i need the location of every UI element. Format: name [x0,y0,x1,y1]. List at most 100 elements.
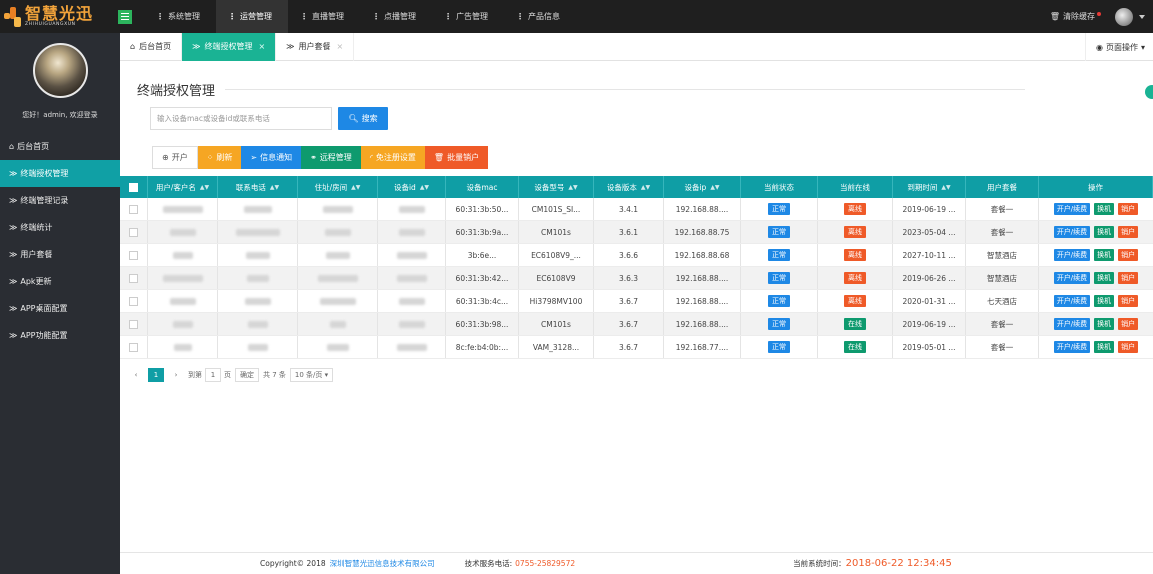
row-checkbox[interactable] [120,313,148,335]
swap-device-button[interactable]: 换机 [1094,226,1115,238]
sidebar-item[interactable]: ≫ 终端管理记录 [0,187,120,214]
select-all-checkbox[interactable] [120,176,148,198]
cancel-account-button[interactable]: 销户 [1118,295,1139,307]
swap-device-button[interactable]: 换机 [1094,249,1115,261]
column-header[interactable]: 设备ip ▲▼ [664,176,741,198]
online-cell: 离线 [818,198,893,220]
brand-logo[interactable]: 智慧光迅 ZHIHUIGUANGXUN [0,0,108,33]
sidebar-item[interactable]: ≫ 用户套餐 [0,241,120,268]
online-cell: 在线 [818,313,893,335]
renew-button[interactable]: 开户/续费 [1053,272,1091,284]
sidebar-item[interactable]: ≫ 终端统计 [0,214,120,241]
column-header[interactable]: 到期时间 ▲▼ [893,176,966,198]
page-ops-button[interactable]: ◉ 页面操作 ▾ [1085,33,1145,61]
sort-icon[interactable]: ▲▼ [568,184,577,191]
top-nav-item[interactable]: ⋮ 产品信息 [504,0,576,33]
menu-toggle-icon[interactable] [118,9,132,24]
column-header: 操作 [1039,176,1153,198]
cancel-account-button[interactable]: 销户 [1118,203,1139,215]
online-cell: 离线 [818,290,893,312]
swap-device-button[interactable]: 换机 [1094,272,1115,284]
trash-icon: 🗑 [433,153,445,162]
top-nav-item[interactable]: ⋮ 直播管理 [288,0,360,33]
page-current[interactable]: 1 [148,368,164,382]
tab-terminal-auth[interactable]: ≫ 终端授权管理 × [182,32,277,61]
tab-home[interactable]: ⌂ 后台首页 [120,32,183,61]
sort-icon[interactable]: ▲▼ [270,184,279,191]
sidebar-item[interactable]: ≫ APP功能配置 [0,322,120,349]
renew-button[interactable]: 开户/续费 [1053,318,1091,330]
row-checkbox[interactable] [120,336,148,358]
top-nav-item[interactable]: ⋮ 系统管理 [144,0,216,33]
user-avatar[interactable] [1115,7,1133,26]
top-nav-item[interactable]: ⋮ 运营管理 [216,0,288,33]
sort-icon[interactable]: ▲▼ [641,184,650,191]
notify-button[interactable]: ➢ 信息通知 [241,146,302,169]
sort-icon[interactable]: ▲▼ [420,184,429,191]
per-page-select[interactable]: 10 条/页 ▾ [289,368,334,382]
renew-button[interactable]: 开户/续费 [1053,203,1091,215]
search-button[interactable]: 🔍︎ 搜索 [338,107,388,130]
sort-icon[interactable]: ▲▼ [200,184,209,191]
page-input[interactable]: 1 [205,368,221,382]
sidebar-item[interactable]: ≫ Apk更新 [0,268,120,295]
side-edge-icon[interactable] [1145,85,1153,99]
sort-icon[interactable]: ▲▼ [941,184,950,191]
ip-cell: 192.168.88.75 [664,221,741,243]
top-nav-item[interactable]: ⋮ 点播管理 [360,0,432,33]
mac-cell: 60:31:3b:9a... [446,221,519,243]
swap-device-button[interactable]: 换机 [1094,318,1115,330]
refresh-button[interactable]: ⁘ 刷新 [197,146,242,169]
double-chevron-icon: ≫ [9,277,18,286]
company-link[interactable]: 深圳智慧光迅信息技术有限公司 [330,558,435,569]
renew-button[interactable]: 开户/续费 [1053,341,1091,353]
cancel-account-button[interactable]: 销户 [1118,272,1139,284]
row-checkbox[interactable] [120,267,148,289]
model-cell: CM101s [519,221,594,243]
swap-device-button[interactable]: 换机 [1094,203,1115,215]
sidebar-item[interactable]: ≫ 终端授权管理 [0,160,120,187]
top-nav-item[interactable]: ⋮ 广告管理 [432,0,504,33]
cancel-account-button[interactable]: 销户 [1118,226,1139,238]
menu-dots-icon: ⋮ [300,12,308,21]
close-icon[interactable]: × [258,42,265,51]
open-account-button[interactable]: ⊕ 开户 [152,146,198,169]
renew-button[interactable]: 开户/续费 [1053,226,1091,238]
free-register-button[interactable]: ◜ 免注册设置 [360,146,425,169]
swap-device-button[interactable]: 换机 [1094,341,1115,353]
row-checkbox[interactable] [120,290,148,312]
sidebar-item[interactable]: ⌂ 后台首页 [0,133,120,160]
table-row: 60:31:3b:50... CM101S_SI... 3.4.1 192.16… [120,198,1153,221]
online-cell: 离线 [818,244,893,266]
chevron-down-icon[interactable] [1139,14,1145,19]
column-header[interactable]: 联系电话 ▲▼ [218,176,298,198]
swap-device-button[interactable]: 换机 [1094,295,1115,307]
search-input[interactable]: 输入设备mac或设备id或联系电话 [150,107,332,130]
support-phone: 0755-25829572 [515,559,576,568]
next-page-icon[interactable]: › [168,368,184,382]
close-icon[interactable]: × [337,42,344,51]
row-checkbox[interactable] [120,244,148,266]
row-checkbox[interactable] [120,198,148,220]
remote-manage-button[interactable]: ⚭ 远程管理 [301,146,361,169]
batch-cancel-button[interactable]: 🗑 批量销户 [424,146,489,169]
row-checkbox[interactable] [120,221,148,243]
sidebar-item[interactable]: ≫ APP桌面配置 [0,295,120,322]
column-header[interactable]: 用户/客户名 ▲▼ [148,176,218,198]
avatar [32,43,88,98]
sort-icon[interactable]: ▲▼ [710,184,719,191]
column-header[interactable]: 设备型号 ▲▼ [519,176,594,198]
cancel-account-button[interactable]: 销户 [1118,318,1139,330]
cancel-account-button[interactable]: 销户 [1118,341,1139,353]
clear-cache-button[interactable]: 🗑 清除缓存 [1050,11,1101,22]
tab-user-package[interactable]: ≫ 用户套餐 × [276,32,355,61]
renew-button[interactable]: 开户/续费 [1053,295,1091,307]
sort-icon[interactable]: ▲▼ [351,184,360,191]
column-header[interactable]: 设备版本 ▲▼ [594,176,664,198]
renew-button[interactable]: 开户/续费 [1053,249,1091,261]
column-header[interactable]: 设备id ▲▼ [378,176,446,198]
confirm-page-button[interactable]: 确定 [235,368,259,382]
column-header[interactable]: 住址/房间 ▲▼ [298,176,378,198]
cancel-account-button[interactable]: 销户 [1118,249,1139,261]
prev-page-icon[interactable]: ‹ [128,368,144,382]
